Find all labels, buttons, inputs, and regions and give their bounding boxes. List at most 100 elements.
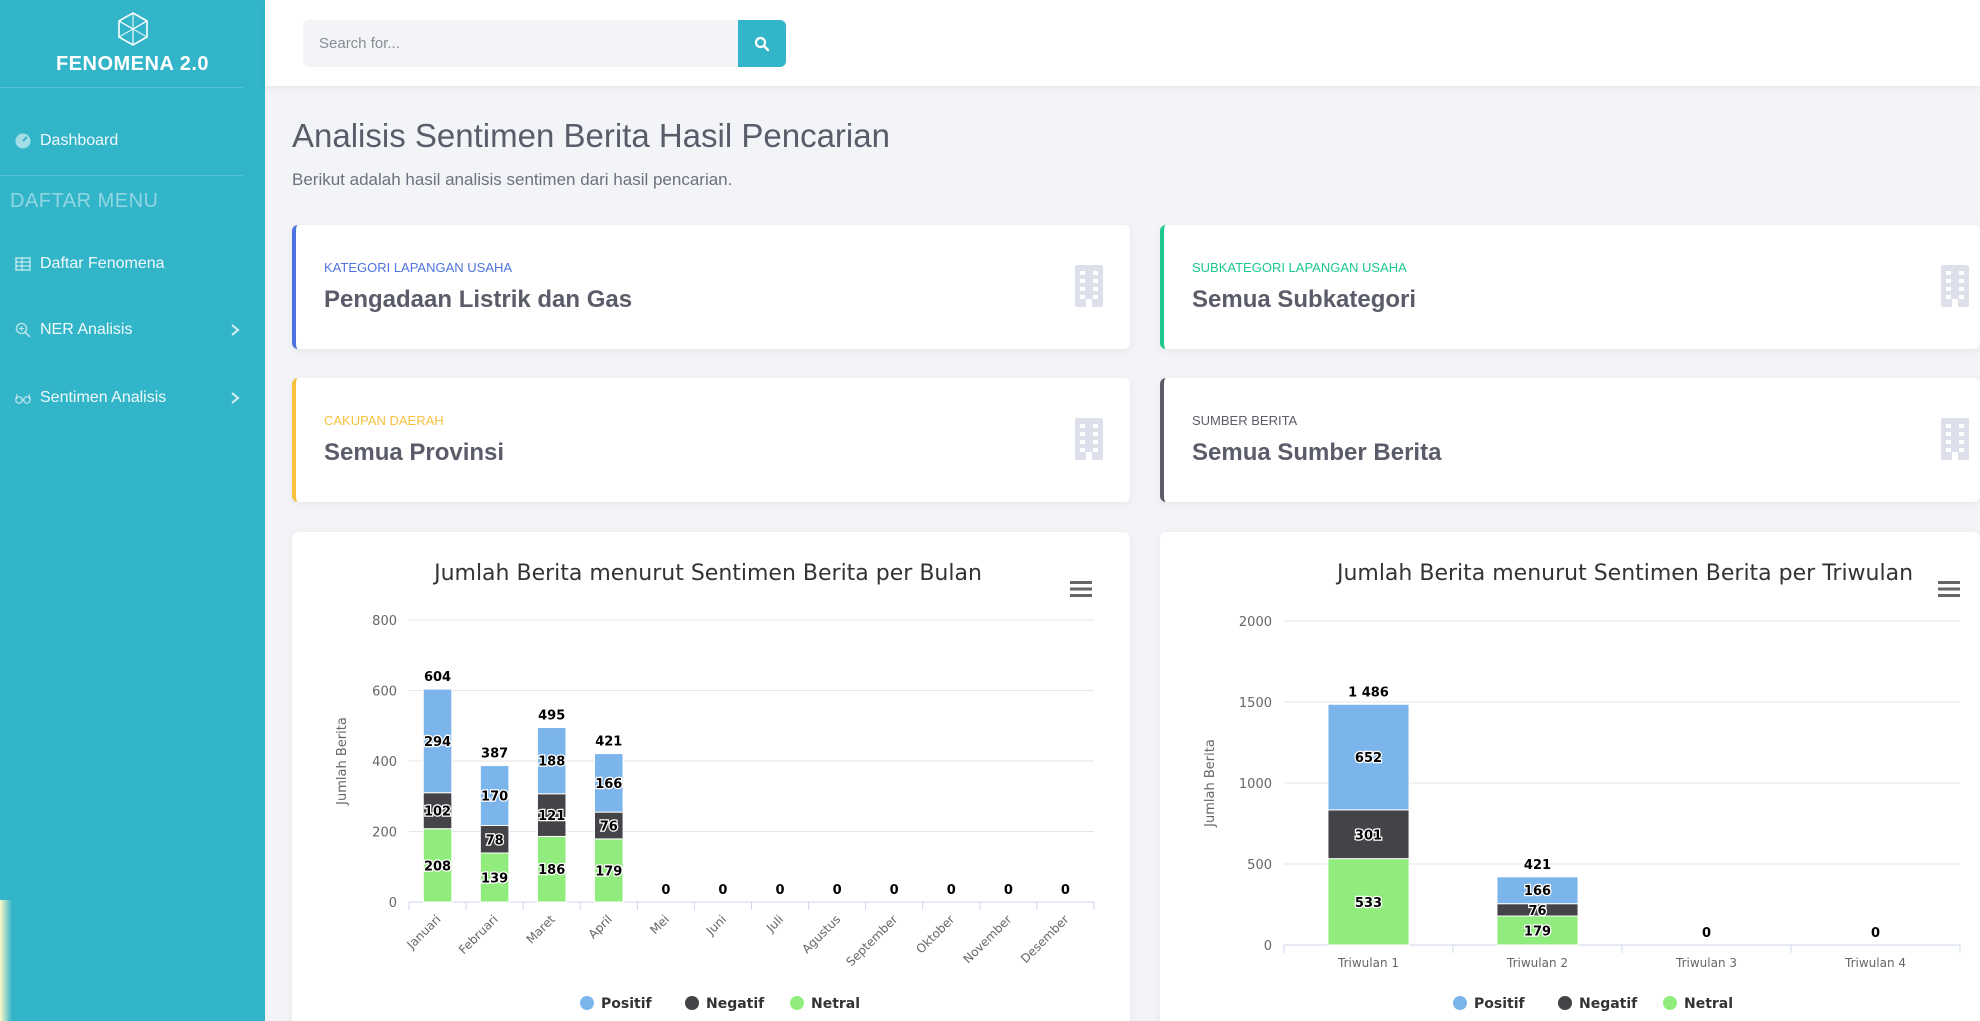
sidebar-item-label: NER Analisis (40, 321, 133, 338)
total-label: 421 (1524, 858, 1551, 873)
data-label: 102 (424, 805, 451, 820)
sidebar-item-dashboard[interactable]: Dashboard (0, 123, 265, 159)
chart-bulan: Jumlah Berita menurut Sentimen Berita pe… (335, 561, 1095, 1012)
sidebar-divider (0, 175, 243, 176)
card-label: KATEGORI LAPANGAN USAHA (324, 260, 513, 275)
legend-marker (1663, 996, 1677, 1010)
sidebar-item-label: Dashboard (40, 132, 119, 149)
y-tick-label: 1500 (1239, 696, 1272, 711)
legend-marker (1453, 996, 1467, 1010)
y-tick-label: 400 (372, 755, 397, 770)
data-label: 188 (538, 755, 565, 770)
sidebar: FENOMENA 2.0 Dashboard DAFTAR MENU Dafta… (0, 0, 265, 1021)
card-value: Semua Subkategori (1192, 286, 1417, 313)
card-value: Pengadaan Listrik dan Gas (324, 286, 633, 313)
y-tick-label: 600 (372, 685, 397, 700)
y-tick-label: 2000 (1239, 615, 1272, 630)
building-icon (1075, 418, 1103, 460)
legend-marker (1558, 996, 1572, 1010)
total-label: 0 (776, 883, 785, 898)
sidebar-item-sentimen-analisis[interactable]: Sentimen Analisis (0, 380, 265, 416)
card-value: Semua Provinsi (324, 439, 505, 466)
y-tick-label: 1000 (1239, 777, 1272, 792)
total-label: 0 (1061, 883, 1070, 898)
data-label: 166 (595, 777, 622, 792)
x-tick-label: Juli (763, 912, 786, 935)
total-label: 0 (947, 883, 956, 898)
x-tick-label: Triwulan 3 (1675, 956, 1737, 970)
page-title: Analisis Sentimen Berita Hasil Pencarian (292, 117, 890, 154)
total-label: 0 (890, 883, 899, 898)
sidebar-item-ner-analisis[interactable]: NER Analisis (0, 312, 265, 348)
total-label: 0 (833, 883, 842, 898)
chevron-right-icon (231, 392, 240, 404)
search-bar (303, 20, 786, 67)
hamburger-menu-icon[interactable] (1070, 580, 1092, 598)
total-label: 0 (661, 883, 670, 898)
card-subkategori: SUBKATEGORI LAPANGAN USAHA Semua Subkate… (1160, 225, 1980, 349)
x-tick-label: Triwulan 2 (1506, 956, 1568, 970)
data-label: 652 (1355, 751, 1382, 766)
data-label: 294 (424, 735, 451, 750)
card-label: SUBKATEGORI LAPANGAN USAHA (1192, 260, 1407, 275)
sidebar-item-daftar-fenomena[interactable]: Daftar Fenomena (0, 246, 265, 282)
data-label: 76 (1528, 904, 1546, 919)
data-label: 78 (486, 833, 504, 848)
glasses-icon (15, 393, 31, 404)
data-label: 179 (595, 864, 622, 879)
y-axis-label: Jumlah Berita (1203, 739, 1218, 828)
hamburger-menu-icon[interactable] (1938, 580, 1960, 598)
total-label: 387 (481, 747, 508, 762)
x-tick-label: Triwulan 1 (1337, 956, 1399, 970)
legend-marker (685, 996, 699, 1010)
legend-item: Negatif (706, 996, 765, 1012)
chart-triwulan: Jumlah Berita menurut Sentimen Berita pe… (1203, 561, 1961, 1012)
x-tick-label: April (586, 912, 615, 941)
legend-marker (790, 996, 804, 1010)
total-label: 604 (424, 670, 451, 685)
x-tick-label: Desember (1018, 912, 1072, 966)
total-label: 0 (1871, 926, 1880, 941)
x-tick-label: Januari (404, 912, 444, 952)
x-tick-label: Mei (647, 912, 672, 937)
sidebar-item-label: Daftar Fenomena (40, 255, 165, 272)
data-label: 170 (481, 790, 508, 805)
legend-item: Positif (601, 996, 653, 1012)
y-tick-label: 200 (372, 826, 397, 841)
chart-title: Jumlah Berita menurut Sentimen Berita pe… (432, 561, 982, 586)
data-label: 139 (481, 872, 508, 887)
chevron-right-icon (231, 324, 240, 336)
topbar (265, 0, 1980, 86)
y-tick-label: 0 (1264, 939, 1272, 954)
card-label: SUMBER BERITA (1192, 413, 1298, 428)
y-tick-label: 0 (389, 896, 397, 911)
data-label: 166 (1524, 884, 1551, 899)
chart-panel-triwulan: Jumlah Berita menurut Sentimen Berita pe… (1160, 532, 1980, 1021)
sidebar-heading: DAFTAR MENU (10, 190, 159, 212)
x-tick-label: November (960, 912, 1014, 966)
card-sumber-berita: SUMBER BERITA Semua Sumber Berita (1160, 378, 1980, 502)
brand-name: FENOMENA 2.0 (55, 53, 210, 75)
card-label: CAKUPAN DAERAH (324, 413, 444, 428)
legend-item: Positif (1474, 996, 1526, 1012)
y-axis-label: Jumlah Berita (335, 717, 350, 806)
brand[interactable]: FENOMENA 2.0 (0, 0, 243, 88)
search-button[interactable] (738, 20, 786, 67)
y-tick-label: 800 (372, 614, 397, 629)
x-tick-label: September (844, 912, 901, 969)
data-label: 533 (1355, 896, 1382, 911)
data-label: 179 (1524, 925, 1551, 940)
legend-item: Negatif (1579, 996, 1638, 1012)
building-icon (1941, 418, 1969, 460)
sidebar-glow (0, 900, 12, 1021)
y-tick-label: 500 (1247, 858, 1272, 873)
table-icon (15, 257, 31, 271)
legend-item: Netral (1684, 996, 1733, 1012)
legend-item: Netral (811, 996, 860, 1012)
legend-marker (580, 996, 594, 1010)
total-label: 495 (538, 709, 565, 724)
chart-title: Jumlah Berita menurut Sentimen Berita pe… (1335, 561, 1913, 586)
card-value: Semua Sumber Berita (1192, 439, 1442, 466)
search-input[interactable] (303, 20, 739, 67)
x-tick-label: Oktober (913, 912, 957, 956)
